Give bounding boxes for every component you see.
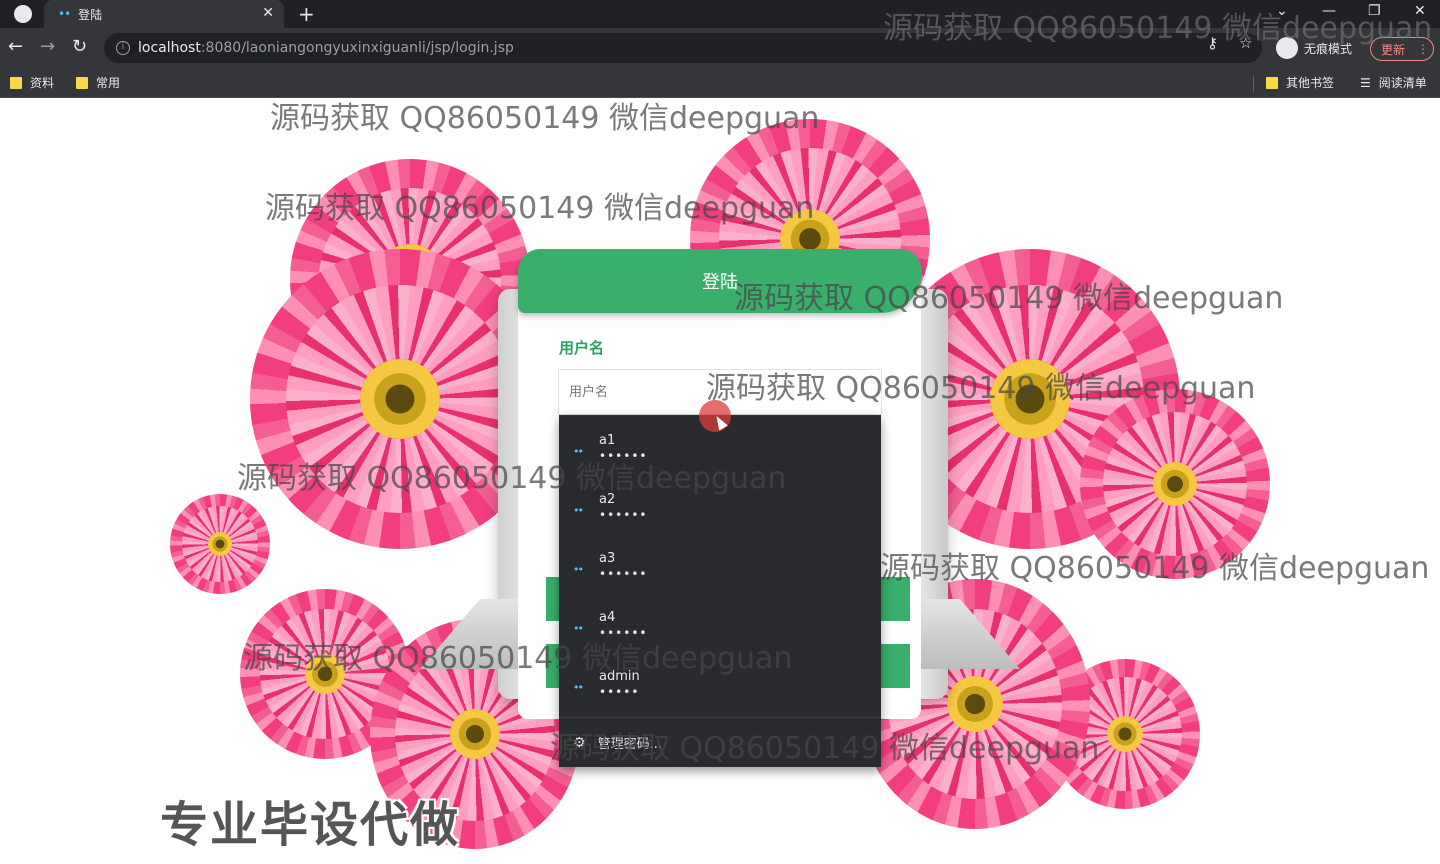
autofill-username: a4 — [599, 610, 616, 625]
autofill-password: •••••• — [599, 508, 648, 522]
autofill-item-a3[interactable]: •• a3 •••••• — [559, 533, 881, 592]
reload-icon[interactable]: ↻ — [72, 36, 87, 57]
watermark: 源码获取 QQ86050149 微信deepguan — [550, 731, 1100, 766]
url-path: :8080/laoniangongyuxinxiguanli/jsp/login… — [200, 40, 514, 56]
watermark: 源码获取 QQ86050149 微信deepguan — [880, 551, 1430, 586]
key-icon: •• — [573, 681, 584, 694]
url-host: localhost — [138, 40, 201, 56]
bookmark-label: 常用 — [96, 76, 121, 90]
reading-list-label: 阅读清单 — [1378, 76, 1427, 90]
bookmark-folder-changyong[interactable]: 常用 — [76, 74, 120, 91]
page-content: 登陆 用户名 •• a1 •••••• •• a2 •••••• •• a3 •… — [0, 99, 1440, 864]
flower-image — [170, 494, 270, 594]
key-icon: •• — [573, 504, 584, 517]
browser-logo-icon[interactable] — [14, 5, 32, 23]
watermark: 源码获取 QQ86050149 微信deepguan — [734, 281, 1284, 316]
bookmark-separator — [1253, 76, 1254, 92]
info-icon[interactable]: i — [116, 41, 130, 55]
login-title: 登陆 — [702, 272, 738, 293]
forward-icon[interactable]: → — [40, 36, 55, 57]
reading-list-icon: ☰ — [1360, 75, 1371, 90]
new-tab-icon[interactable]: + — [298, 2, 315, 26]
reading-list[interactable]: ☰ 阅读清单 — [1360, 74, 1427, 91]
other-bookmarks[interactable]: 其他书签 — [1266, 74, 1334, 91]
bookmark-label: 资料 — [30, 76, 55, 90]
tab-favicon-icon: •• — [58, 7, 71, 21]
autofill-password: •••••• — [599, 567, 648, 581]
tab-title: 登陆 — [78, 7, 103, 22]
folder-icon — [10, 76, 22, 89]
watermark: 源码获取 QQ86050149 微信deepguan — [265, 191, 815, 226]
back-icon[interactable]: ← — [8, 36, 23, 57]
autofill-username: a1 — [599, 433, 616, 448]
bookmarks-bar: 资料 常用 其他书签 ☰ 阅读清单 — [0, 68, 1440, 98]
watermark: 源码获取 QQ86050149 微信deepguan — [270, 101, 820, 136]
username-label: 用户名 — [559, 339, 605, 357]
close-icon[interactable]: ✕ — [262, 5, 274, 21]
other-bookmarks-label: 其他书签 — [1286, 76, 1335, 90]
bookmark-folder-ziliao[interactable]: 资料 — [10, 74, 54, 91]
folder-icon — [1266, 76, 1278, 89]
tab-login[interactable]: •• 登陆 ✕ — [44, 0, 284, 28]
ad-banner-text: 专业毕设代做 — [160, 797, 461, 853]
watermark: 源码获取 QQ86050149 微信deepguan — [243, 641, 793, 676]
watermark: 源码获取 QQ86050149 微信deepguan — [706, 371, 1256, 406]
watermark: 源码获取 QQ86050149 微信deepguan — [883, 11, 1433, 46]
autofill-password: ••••• — [599, 685, 640, 699]
key-icon: •• — [573, 563, 584, 576]
folder-icon — [76, 76, 88, 89]
autofill-username: a3 — [599, 551, 616, 566]
watermark: 源码获取 QQ86050149 微信deepguan — [237, 461, 787, 496]
